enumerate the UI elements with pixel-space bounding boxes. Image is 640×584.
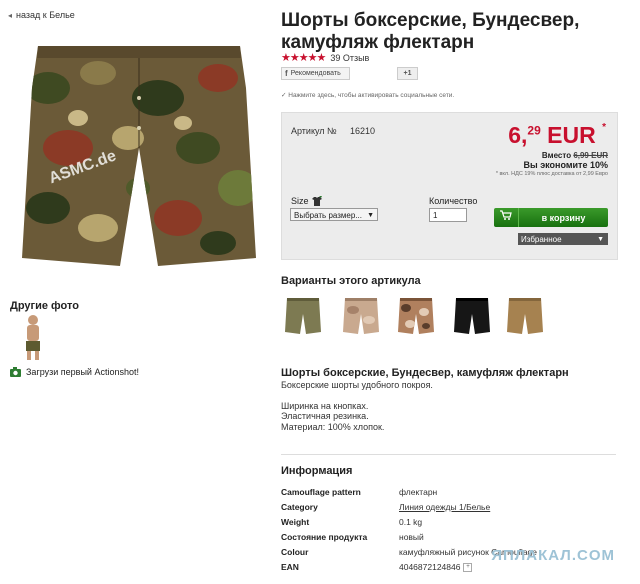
quantity-label: Количество <box>429 196 478 206</box>
info-value-ean: 4046872124846 + <box>399 562 473 573</box>
info-title: Информация <box>281 465 353 477</box>
variants-title: Варианты этого артикула <box>281 275 421 287</box>
size-label-text: Size <box>291 196 309 206</box>
actionshot-link[interactable]: Загрузи первый Actionshot! <box>10 367 139 377</box>
add-to-cart-button[interactable]: в корзину <box>494 208 608 227</box>
price-currency: EUR <box>540 122 596 148</box>
variant-tropical-camo[interactable] <box>394 294 438 338</box>
other-photos-title: Другие фото <box>10 300 79 312</box>
back-link-label: назад к Белье <box>16 10 75 20</box>
article-number: 16210 <box>350 126 376 136</box>
facebook-icon: f <box>285 69 288 78</box>
gplus-button[interactable]: +1 <box>397 67 418 80</box>
info-key-camouflage: Camouflage pattern <box>281 487 361 497</box>
product-image[interactable]: ASMC.de <box>8 28 270 274</box>
description-line-3: Материал: 100% хлопок. <box>281 421 385 432</box>
price-asterisk: * <box>602 122 606 133</box>
description-line-1: Ширинка на кнопках. <box>281 400 369 411</box>
star-rating-icon: ★★★★★ <box>281 52 326 64</box>
savings-text: Вы экономите 10% <box>523 160 608 170</box>
info-value-category-link[interactable]: Линия одежды 1/Белье <box>399 502 490 512</box>
recommend-label: Рекомендовать <box>290 70 341 77</box>
quantity-input[interactable]: 1 <box>429 208 467 222</box>
article-label: Артикул № <box>291 126 337 136</box>
info-value-condition: новый <box>399 532 424 542</box>
back-link[interactable]: ◂ назад к Белье <box>8 10 75 20</box>
size-label: Size <box>291 196 322 206</box>
add-to-cart-label: в корзину <box>541 212 586 223</box>
price-main: 6, <box>508 122 528 148</box>
caret-down-icon: ▼ <box>597 235 604 243</box>
site-watermark: ЯПЛАКАЛ.COM <box>491 547 615 564</box>
vat-note[interactable]: * вкл. НДС 19% плюс доставка от 2,99 Евр… <box>496 171 608 177</box>
social-activate-note[interactable]: ✓ Нажмите здесь, чтобы активировать соци… <box>281 91 454 99</box>
old-price-value: 6,99 EUR <box>573 151 608 160</box>
cart-icon <box>494 208 519 227</box>
info-key-category: Category <box>281 502 318 512</box>
size-select-value: Выбрать размер... <box>294 211 362 220</box>
info-value-weight: 0.1 kg <box>399 517 423 527</box>
info-key-condition: Состояние продукта <box>281 532 368 542</box>
description-text: Боксерские шорты удобного покроя. Ширинк… <box>281 380 433 432</box>
actionshot-label: Загрузи первый Actionshot! <box>26 367 139 377</box>
favorites-label: Избранное <box>521 234 562 244</box>
description-title: Шорты боксерские, Бундесвер, камуфляж фл… <box>281 367 569 379</box>
rating[interactable]: ★★★★★ 39 Отзыв <box>281 51 369 64</box>
other-photo-thumbnail[interactable] <box>18 313 48 361</box>
reviews-count[interactable]: 39 Отзыв <box>330 53 369 63</box>
ean-number: 4046872124846 <box>399 562 461 572</box>
info-value-camouflage: флектарн <box>399 487 438 497</box>
info-key-colour: Colour <box>281 547 309 557</box>
size-select[interactable]: Выбрать размер... ▼ <box>290 208 378 221</box>
price-cents: 29 <box>527 123 541 138</box>
variant-coyote[interactable] <box>503 294 547 338</box>
plus-icon[interactable]: + <box>463 563 473 573</box>
recommend-button[interactable]: f Рекомендовать <box>281 67 350 80</box>
camera-icon <box>10 367 21 377</box>
variant-black[interactable] <box>450 294 494 338</box>
shirt-size-icon[interactable] <box>311 196 322 206</box>
description-line-2: Эластичная резинка. <box>281 411 369 421</box>
variant-olive[interactable] <box>281 294 325 338</box>
chevron-left-icon: ◂ <box>8 10 13 20</box>
favorites-dropdown[interactable]: Избранное ▼ <box>518 233 608 245</box>
divider <box>281 454 616 455</box>
caret-down-icon: ▼ <box>367 212 374 219</box>
variant-desert[interactable] <box>339 294 383 338</box>
info-key-ean: EAN <box>281 562 299 572</box>
info-key-weight: Weight <box>281 517 310 527</box>
description-intro: Боксерские шорты удобного покроя. <box>281 380 433 390</box>
old-price: Вместо 6,99 EUR <box>542 151 608 160</box>
price: 6,29 EUR * <box>508 122 606 149</box>
instead-label: Вместо <box>541 151 572 160</box>
product-title: Шорты боксерские, Бундесвер, камуфляж фл… <box>281 10 580 53</box>
